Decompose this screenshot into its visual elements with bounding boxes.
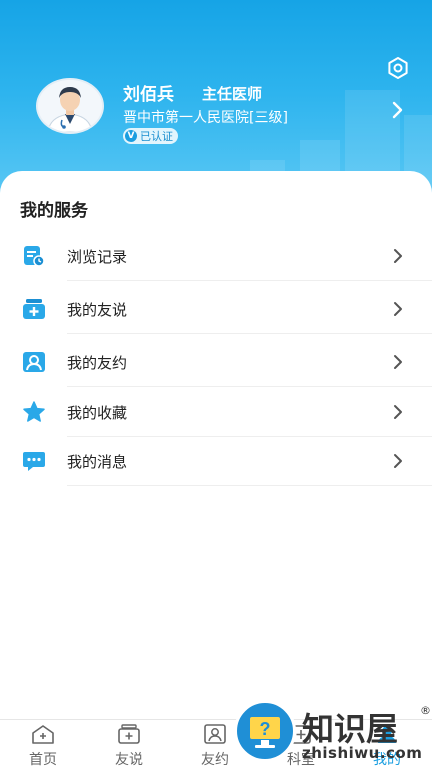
watermark: ? 知识屋 ® zhishiwu.com — [232, 700, 432, 768]
tab-posts[interactable]: 友说 — [86, 720, 172, 768]
menu-item-favorites[interactable]: 我的收藏 — [0, 387, 432, 437]
menu-item-history[interactable]: 浏览记录 — [0, 231, 432, 281]
verified-label: 已认证 — [140, 130, 173, 143]
menu-item-posts[interactable]: 我的友说 — [0, 284, 432, 334]
menu-item-label: 我的友约 — [67, 354, 128, 372]
section-title: 我的服务 — [20, 201, 88, 221]
chevron-right-icon — [394, 405, 402, 419]
watermark-logo: ? — [234, 700, 296, 762]
divider — [67, 280, 432, 281]
doctor-avatar-icon — [38, 80, 102, 132]
menu-item-messages[interactable]: 我的消息 — [0, 436, 432, 486]
watermark-mark: ? — [260, 719, 271, 739]
chevron-right-icon — [394, 454, 402, 468]
watermark-url: zhishiwu.com — [302, 744, 423, 762]
profile-detail-button[interactable] — [390, 100, 404, 124]
tab-label: 友说 — [115, 752, 143, 768]
message-icon — [23, 452, 45, 471]
post-icon — [118, 724, 140, 744]
divider — [67, 333, 432, 334]
doctor-name: 刘佰兵 — [123, 85, 174, 105]
post-icon — [23, 299, 45, 319]
tab-label: 首页 — [29, 752, 57, 768]
menu-item-appointments[interactable]: 我的友约 — [0, 337, 432, 387]
home-icon — [32, 725, 54, 744]
doctor-hospital: 晋中市第一人民医院[三级] — [123, 110, 288, 126]
verified-badge: V 已认证 — [123, 128, 178, 144]
appointment-icon — [204, 724, 226, 744]
chevron-right-icon — [392, 101, 403, 119]
star-icon — [23, 401, 45, 422]
tab-home[interactable]: 首页 — [0, 720, 86, 768]
chevron-right-icon — [394, 249, 402, 263]
chevron-right-icon — [394, 302, 402, 316]
settings-icon — [388, 57, 408, 79]
watermark-registered-mark: ® — [420, 704, 431, 717]
verified-icon: V — [125, 130, 137, 142]
divider — [67, 485, 432, 486]
appointment-icon — [23, 352, 45, 372]
monitor-question-icon: ? — [250, 717, 280, 748]
chevron-right-icon — [394, 355, 402, 369]
menu-item-label: 我的收藏 — [67, 404, 128, 422]
history-icon — [24, 246, 45, 267]
menu-item-label: 我的友说 — [67, 301, 128, 319]
avatar[interactable] — [36, 78, 104, 134]
menu-item-label: 我的消息 — [67, 453, 128, 471]
doctor-title: 主任医师 — [202, 85, 263, 103]
menu-item-label: 浏览记录 — [67, 248, 128, 266]
settings-button[interactable] — [384, 54, 412, 82]
